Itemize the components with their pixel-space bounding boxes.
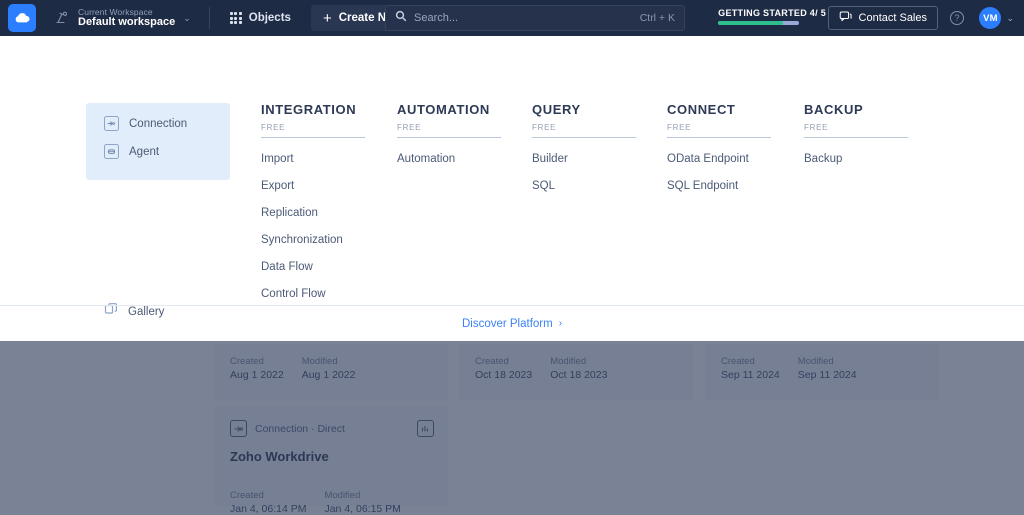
menu-item-agent[interactable]: Agent <box>104 144 230 159</box>
menu-link-backup[interactable]: Backup <box>804 153 908 165</box>
nav-divider <box>208 7 210 29</box>
search-shortcut-hint: Ctrl + K <box>639 12 675 24</box>
menu-item-connection[interactable]: Connection <box>104 116 230 131</box>
menu-link-replication[interactable]: Replication <box>261 207 365 219</box>
menu-link-odata-endpoint[interactable]: OData Endpoint <box>667 153 771 165</box>
chat-icon <box>839 10 852 26</box>
column-divider <box>804 137 908 138</box>
column-title: AUTOMATION <box>397 102 490 117</box>
menu-link-builder[interactable]: Builder <box>532 153 636 165</box>
chevron-right-icon: › <box>558 318 563 329</box>
objects-label: Objects <box>248 12 291 24</box>
object-type-panel: Connection Agent <box>86 103 230 180</box>
search-input[interactable] <box>414 12 640 24</box>
discover-platform-link[interactable]: Discover Platform › <box>462 318 562 330</box>
plus-icon: + <box>322 9 332 27</box>
grid-icon <box>229 12 242 24</box>
getting-started-progress[interactable]: GETTING STARTED 4/ 5 <box>718 8 826 25</box>
contact-sales-label: Contact Sales <box>858 12 927 24</box>
progress-track <box>718 21 800 25</box>
menu-link-export[interactable]: Export <box>261 180 365 192</box>
chevron-down-icon[interactable]: ⌄ <box>183 13 191 24</box>
progress-fill <box>718 21 783 25</box>
chevron-down-icon[interactable]: ⌄ <box>1006 13 1014 24</box>
column-divider <box>397 137 501 138</box>
discover-platform-bar: Discover Platform › <box>0 305 1024 341</box>
connection-icon <box>104 116 119 131</box>
menu-item-label: Agent <box>129 145 160 158</box>
menu-link-automation[interactable]: Automation <box>397 153 501 165</box>
modal-dim-overlay[interactable] <box>0 340 1024 515</box>
top-navbar: Current Workspace Default workspace ⌄ Ob… <box>0 0 1024 36</box>
menu-column-connect: CONNECT FREE OData Endpoint SQL Endpoint <box>667 102 771 207</box>
avatar: VM <box>979 7 1002 29</box>
menu-link-control-flow[interactable]: Control Flow <box>261 288 365 300</box>
discover-platform-label: Discover Platform <box>461 317 553 330</box>
column-tier: FREE <box>532 123 557 132</box>
app-root: Created Aug 1 2022 Modified Aug 1 2022 C… <box>0 0 1024 515</box>
create-new-mega-menu: Connection Agent Gallery INTEGRATION FRE… <box>0 36 1024 341</box>
workspace-icon <box>54 9 72 27</box>
menu-column-backup: BACKUP FREE Backup <box>804 102 908 180</box>
column-tier: FREE <box>804 123 829 132</box>
menu-link-data-flow[interactable]: Data Flow <box>261 261 365 273</box>
column-title: QUERY <box>532 102 581 117</box>
menu-link-sql-endpoint[interactable]: SQL Endpoint <box>667 180 771 192</box>
user-menu[interactable]: VM ⌄ <box>979 7 1014 29</box>
mega-menu-body: Connection Agent Gallery INTEGRATION FRE… <box>0 36 1024 318</box>
column-title: INTEGRATION <box>261 102 357 117</box>
menu-link-import[interactable]: Import <box>261 153 365 165</box>
search-box[interactable]: Ctrl + K <box>385 5 685 31</box>
column-title: CONNECT <box>667 102 736 117</box>
contact-sales-button[interactable]: Contact Sales <box>827 6 938 30</box>
workspace-selector[interactable]: Current Workspace Default workspace ⌄ <box>50 6 195 30</box>
workspace-text: Current Workspace Default workspace <box>78 7 176 28</box>
cloud-logo-icon[interactable] <box>8 4 36 32</box>
column-divider <box>667 137 771 138</box>
getting-started-label: GETTING STARTED 4/ 5 <box>718 8 826 18</box>
column-tier: FREE <box>261 123 286 132</box>
search-icon <box>395 9 407 27</box>
menu-link-synchronization[interactable]: Synchronization <box>261 234 365 246</box>
column-divider <box>261 137 365 138</box>
help-icon[interactable]: ? <box>950 11 964 25</box>
menu-column-automation: AUTOMATION FREE Automation <box>397 102 501 180</box>
menu-column-integration: INTEGRATION FREE Import Export Replicati… <box>261 102 365 315</box>
column-tier: FREE <box>667 123 692 132</box>
column-tier: FREE <box>397 123 422 132</box>
menu-column-query: QUERY FREE Builder SQL <box>532 102 636 207</box>
agent-icon <box>104 144 119 159</box>
column-title: BACKUP <box>804 102 864 117</box>
menu-link-sql[interactable]: SQL <box>532 180 636 192</box>
objects-button[interactable]: Objects <box>224 7 297 29</box>
column-divider <box>532 137 636 138</box>
workspace-value: Default workspace <box>78 15 176 28</box>
menu-item-label: Connection <box>129 117 188 130</box>
